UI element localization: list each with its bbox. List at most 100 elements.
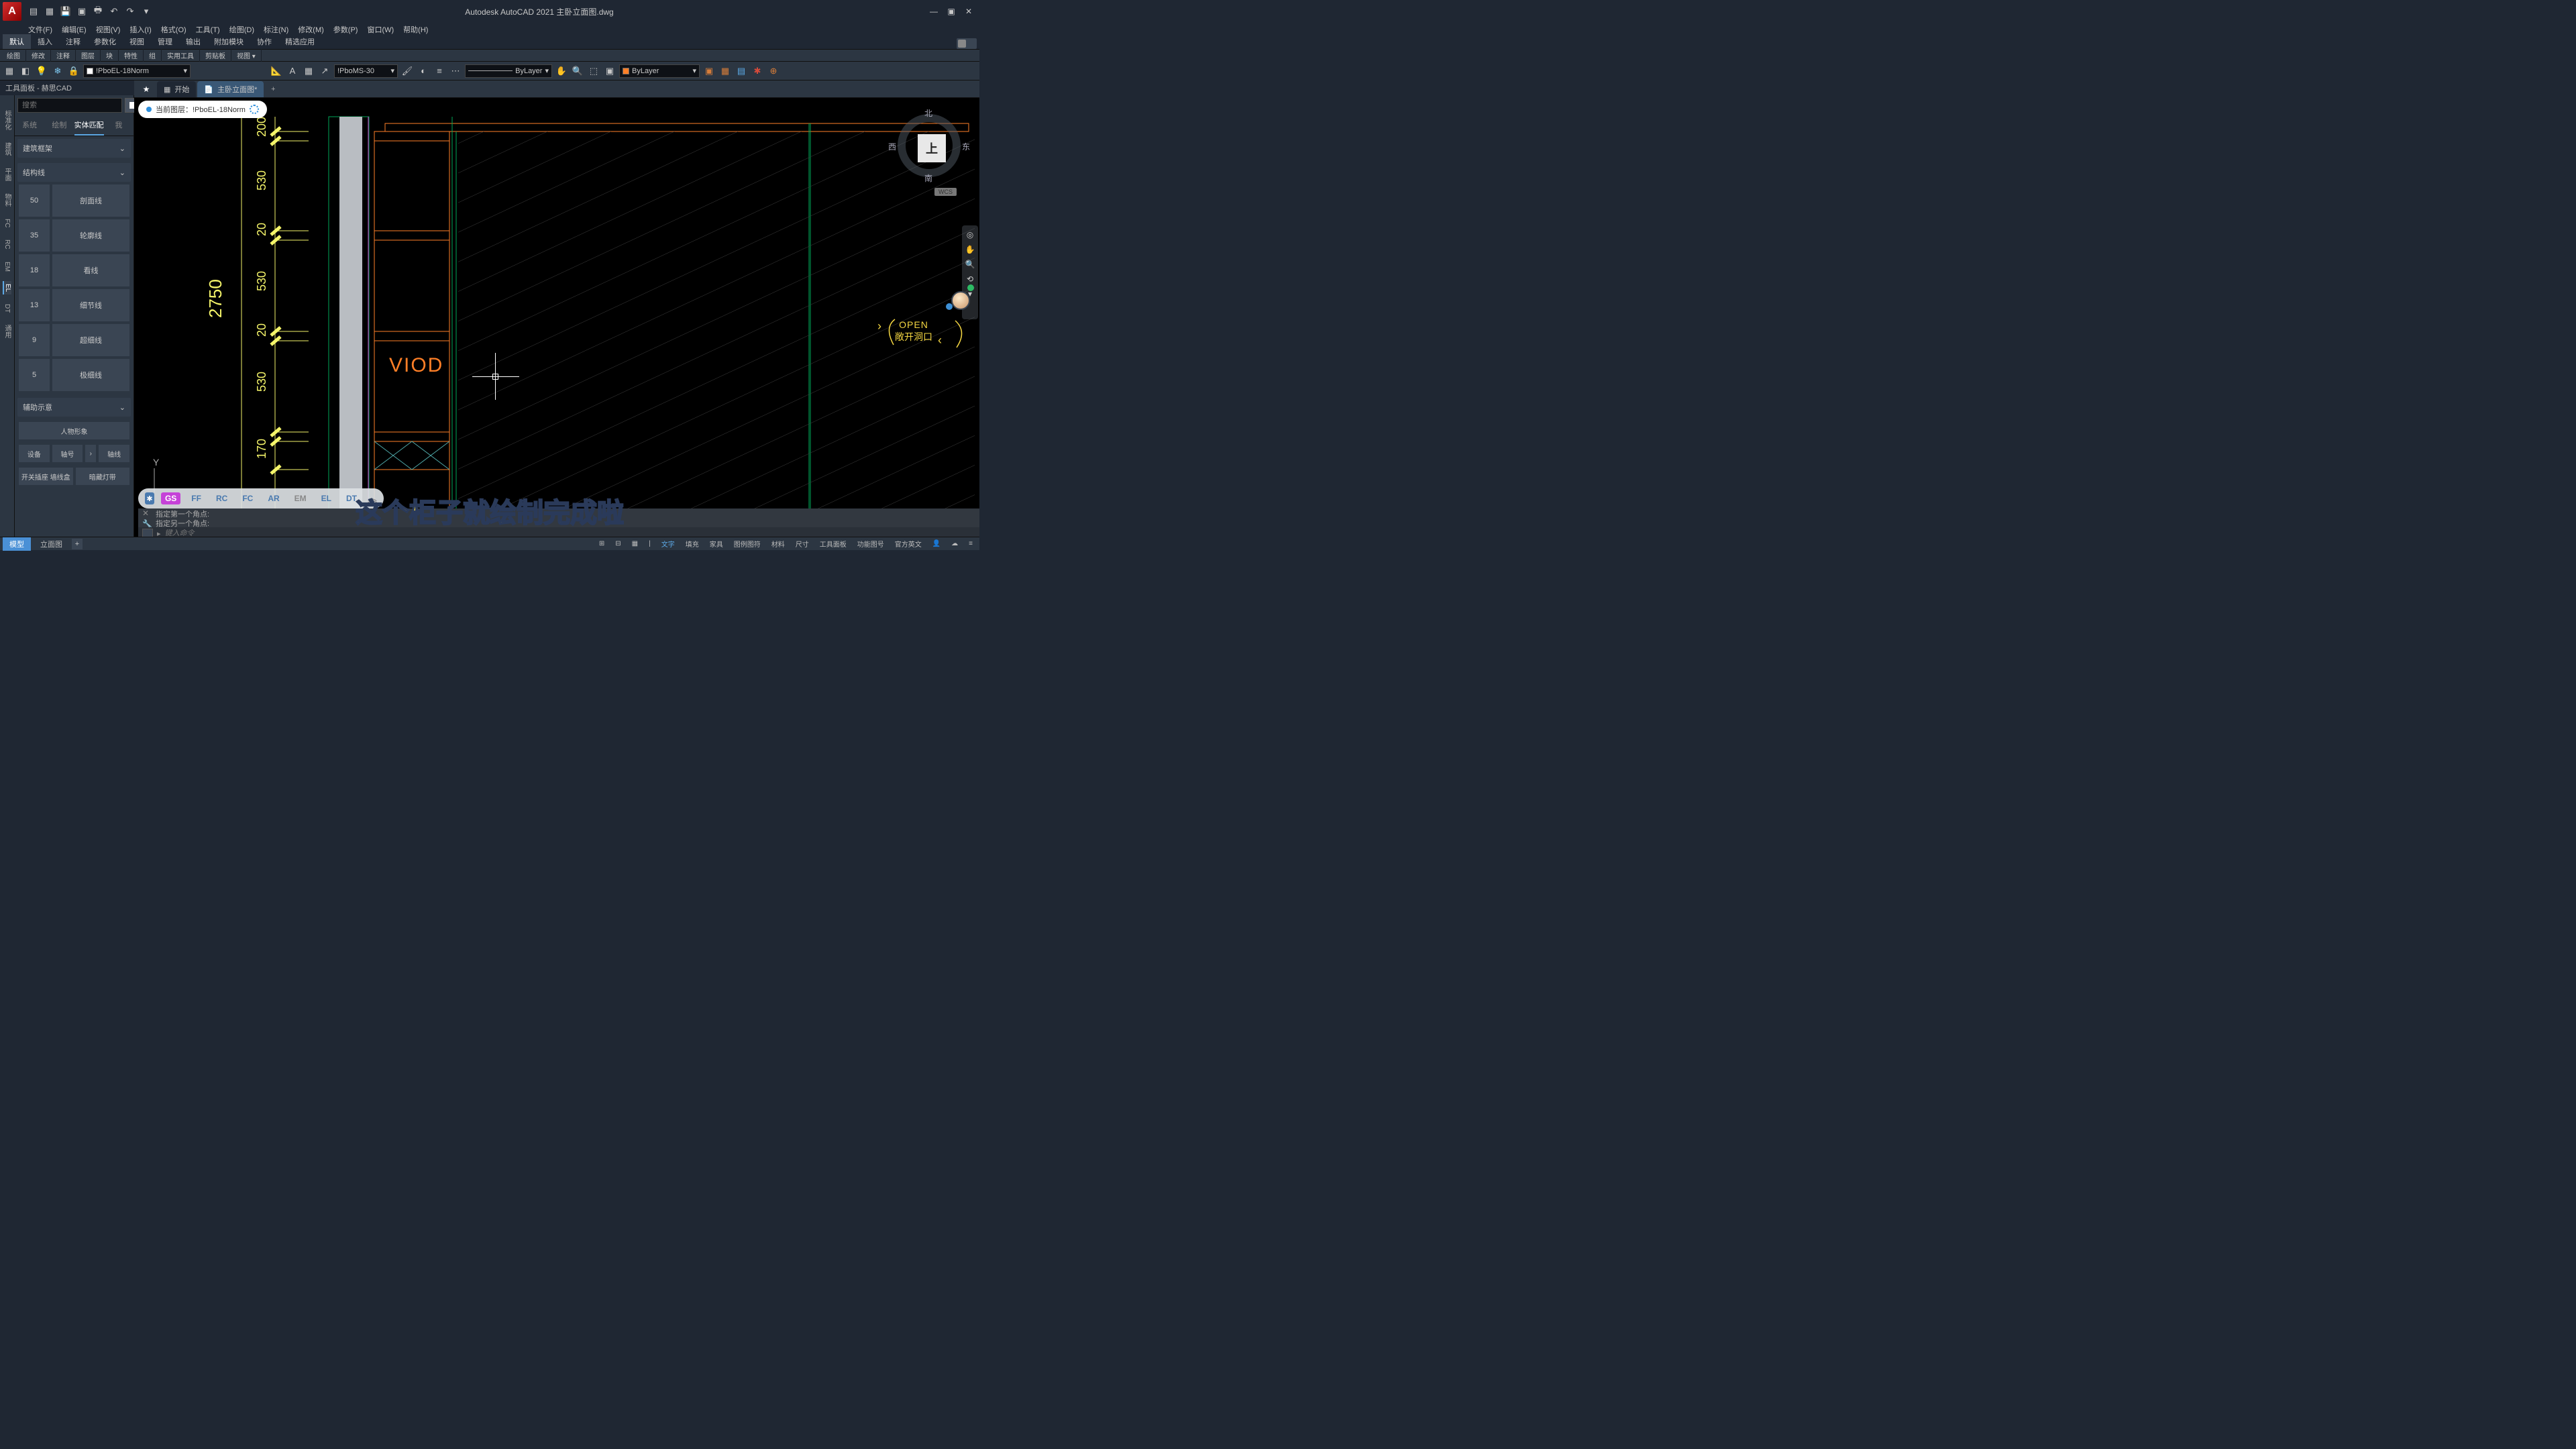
statustab-model[interactable]: 模型 [3, 537, 31, 551]
st-icon-cloud[interactable]: ☁ [947, 539, 962, 549]
tp-cell-detail[interactable]: 细节线 [52, 289, 129, 321]
st-english[interactable]: 官方英文 [891, 537, 926, 550]
st-funcnum[interactable]: 功能图号 [853, 537, 888, 550]
cmdbar-gear-icon[interactable]: ✱ [145, 492, 154, 504]
ribtab-default[interactable]: 默认 [3, 34, 31, 49]
strip-dt[interactable]: DT [3, 301, 11, 315]
ribbon-toggle-icon[interactable] [957, 38, 977, 49]
menu-help[interactable]: 帮助(H) [399, 23, 432, 36]
strip-fc[interactable]: FC [3, 216, 11, 230]
filetab-star[interactable]: ★ [137, 81, 156, 97]
ribpanel-layers[interactable]: 图层 [76, 49, 101, 62]
vp-icon-4[interactable]: ✱ [751, 64, 764, 78]
st-icon-2[interactable]: ⊟ [611, 539, 625, 549]
st-text[interactable]: 文字 [657, 537, 679, 550]
tp-cell-5[interactable]: 5 [19, 359, 50, 391]
st-icon-user[interactable]: 👤 [928, 539, 945, 549]
app-logo-icon[interactable]: A [3, 2, 21, 21]
nav-wheel-icon[interactable]: ◎ [965, 229, 975, 240]
color-icon[interactable]: ◐ [417, 64, 430, 78]
strip-jianzhu[interactable]: 建筑 [2, 140, 12, 158]
tp-btn-device[interactable]: 设备 [19, 445, 50, 462]
layer-props-icon[interactable]: ▦ [3, 64, 16, 78]
tp-cell-13[interactable]: 13 [19, 289, 50, 321]
layer-states-icon[interactable]: ◧ [19, 64, 32, 78]
cmdhist-close-icon[interactable]: ✕ [142, 508, 149, 518]
tp-tab-me[interactable]: 我 [104, 115, 133, 136]
dimstyle-dropdown[interactable]: !PboMS-30▾ [334, 64, 398, 78]
ribpanel-modify[interactable]: 修改 [26, 49, 51, 62]
viewcube-east[interactable]: 东 [962, 141, 970, 152]
statustab-layout[interactable]: 立面图 [34, 537, 69, 551]
statustab-add[interactable]: + [72, 539, 83, 549]
st-icon-3[interactable]: ▦ [628, 539, 642, 549]
cmdpill-gs[interactable]: GS [161, 492, 180, 504]
cmdpill-em[interactable]: EM [290, 492, 311, 504]
ribpanel-groups[interactable]: 组 [144, 49, 162, 62]
minimize-button[interactable]: — [926, 5, 942, 18]
dimstyle-icon[interactable]: 📐 [270, 64, 283, 78]
ribtab-annotate[interactable]: 注释 [59, 34, 87, 49]
layer-color-dropdown[interactable]: ByLayer▾ [619, 64, 700, 78]
search-input[interactable] [17, 98, 122, 113]
cmdpill-fc[interactable]: FC [238, 492, 257, 504]
model-canvas[interactable]: 2750 200 530 20 530 20 530 170 VIOD Y 上 [134, 98, 979, 538]
tp-cell-35[interactable]: 35 [19, 219, 50, 252]
close-button[interactable]: ✕ [961, 5, 977, 18]
viewcube-north[interactable]: 北 [924, 107, 932, 119]
tp-cell-18[interactable]: 18 [19, 254, 50, 286]
viewcube-south[interactable]: 南 [924, 172, 932, 184]
ribtab-insert[interactable]: 插入 [31, 34, 59, 49]
ribtab-parametric[interactable]: 参数化 [87, 34, 123, 49]
menu-parametric[interactable]: 参数(P) [329, 23, 362, 36]
vp-icon-1[interactable]: ▣ [702, 64, 716, 78]
cmdpill-rc[interactable]: RC [212, 492, 231, 504]
st-icon-menu[interactable]: ≡ [965, 539, 977, 549]
tp-tab-system[interactable]: 系统 [15, 115, 44, 136]
ribpanel-view[interactable]: 视图 ▾ [231, 49, 262, 62]
tablestyle-icon[interactable]: ▦ [302, 64, 315, 78]
nav-zoom-icon[interactable]: 🔍 [965, 259, 975, 270]
viewcube-west[interactable]: 西 [888, 141, 896, 152]
layer-freeze-icon[interactable]: ❄ [51, 64, 64, 78]
tp-section-aux[interactable]: 辅助示意⌄ [17, 398, 131, 417]
tp-cell-9[interactable]: 9 [19, 324, 50, 356]
tp-tab-draw[interactable]: 绘制 [44, 115, 74, 136]
tp-cell-50[interactable]: 50 [19, 184, 50, 217]
qat-new-icon[interactable]: ▤ [27, 5, 40, 18]
vp-icon-3[interactable]: ▤ [735, 64, 748, 78]
ribtab-manage[interactable]: 管理 [151, 34, 179, 49]
strip-pingmian[interactable]: 平面 [2, 165, 12, 184]
user-avatar-icon[interactable] [951, 291, 970, 310]
ribpanel-clipboard[interactable]: 剪贴板 [200, 49, 231, 62]
ribtab-view[interactable]: 视图 [123, 34, 151, 49]
tp-cell-verythin[interactable]: 极细线 [52, 359, 129, 391]
tp-btn-axisline[interactable]: 轴线 [99, 445, 129, 462]
layer-bulb-icon[interactable]: 💡 [35, 64, 48, 78]
qat-open-icon[interactable]: ▦ [43, 5, 56, 18]
qat-save-icon[interactable]: 💾 [59, 5, 72, 18]
tp-tab-entity[interactable]: 实体匹配 [74, 115, 104, 136]
ribpanel-utilities[interactable]: 实用工具 [162, 49, 200, 62]
qat-saveas-icon[interactable]: ▣ [75, 5, 89, 18]
ribpanel-block[interactable]: 块 [101, 49, 119, 62]
st-furniture[interactable]: 家具 [706, 537, 727, 550]
nav-orbit-icon[interactable]: ⟲ [965, 274, 975, 284]
filetab-home[interactable]: ▦开始 [157, 81, 196, 97]
qat-undo-icon[interactable]: ↶ [107, 5, 121, 18]
st-material[interactable]: 材料 [767, 537, 789, 550]
ribtab-express[interactable]: 精选应用 [278, 34, 321, 49]
st-legend[interactable]: 图例图符 [730, 537, 765, 550]
mleader-icon[interactable]: ↗ [318, 64, 331, 78]
view-cube[interactable]: 上 北 南 西 东 WCS [892, 109, 966, 182]
st-dim[interactable]: 尺寸 [792, 537, 813, 550]
vp-icon-2[interactable]: ▦ [718, 64, 732, 78]
layer-match-icon[interactable]: ▣ [603, 64, 616, 78]
maximize-button[interactable]: ▣ [943, 5, 959, 18]
lw-icon[interactable]: ≡ [433, 64, 446, 78]
tp-cell-section[interactable]: 剖面线 [52, 184, 129, 217]
cmdpill-el[interactable]: EL [317, 492, 335, 504]
ribtab-output[interactable]: 输出 [179, 34, 207, 49]
st-icon-1[interactable]: ⊞ [595, 539, 608, 549]
st-hatch[interactable]: 填充 [682, 537, 703, 550]
